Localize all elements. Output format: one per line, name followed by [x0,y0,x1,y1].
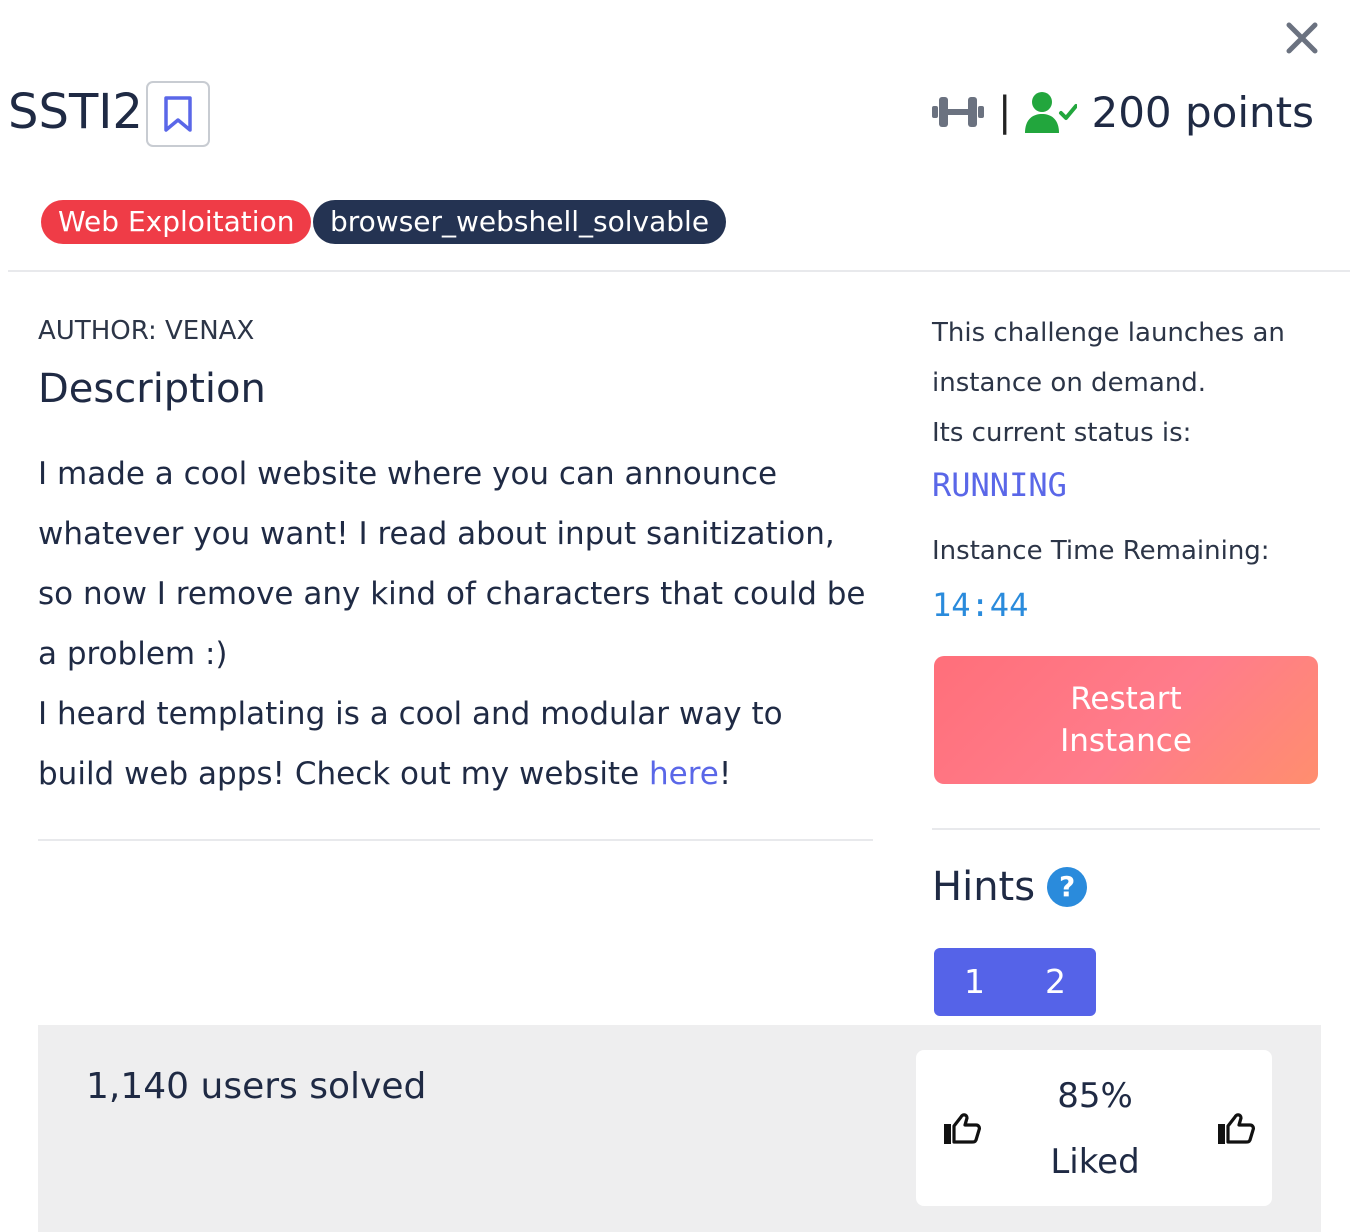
time-remaining: 14:44 [932,586,1029,624]
time-remaining-label: Instance Time Remaining: [932,536,1270,566]
description-body: I made a cool website where you can anno… [38,444,868,804]
instance-intro: This challenge launches an instance on d… [932,318,1285,398]
description-paragraph: I made a cool website where you can anno… [38,456,866,672]
thumbs-down-icon [944,1113,981,1144]
website-link[interactable]: here [649,756,719,792]
hint-button-1[interactable]: 1 [934,948,1015,1016]
help-icon[interactable]: ? [1047,867,1088,907]
thumbs-down-button[interactable] [942,1110,982,1150]
challenge-meta: | 200 points [932,84,1314,140]
hint-button-2[interactable]: 2 [1015,948,1096,1016]
description-text: ! [718,756,732,792]
solved-count: 1,140 users solved [86,1066,427,1107]
instance-info: This challenge launches an instance on d… [932,308,1332,458]
challenge-title: SSTI2 [8,84,143,140]
category-tag: Web Exploitation [41,200,312,244]
like-percentage: 85% [1057,1076,1133,1116]
thumbs-up-icon [1218,1113,1255,1144]
divider [8,270,1350,272]
solvable-tag: browser_webshell_solvable [313,200,727,244]
hints-title: Hints [932,864,1036,910]
points-label: 200 points [1091,87,1314,137]
description-paragraph: I heard templating is a cool and modular… [38,684,868,804]
restart-instance-button[interactable]: Restart Instance [934,656,1318,784]
close-button[interactable] [1282,18,1322,58]
liked-label: Liked [1050,1142,1140,1182]
bookmark-button[interactable] [146,81,210,147]
bookmark-icon [164,96,192,132]
thumbs-up-button[interactable] [1216,1110,1256,1150]
dumbbell-icon [932,97,984,127]
divider [38,839,873,841]
author-label: AUTHOR: VENAX [38,316,255,346]
hints-header: Hints ? [932,864,1088,910]
instance-status: RUNNING [932,466,1067,504]
close-icon [1286,22,1318,54]
user-check-icon [1025,92,1078,133]
restart-instance-label: Restart Instance [1060,681,1192,759]
meta-separator: | [998,89,1012,135]
instance-status-label: Its current status is: [932,418,1192,448]
divider [932,828,1320,830]
description-heading: Description [38,366,266,412]
hint-button-group: 1 2 [934,948,1096,1016]
